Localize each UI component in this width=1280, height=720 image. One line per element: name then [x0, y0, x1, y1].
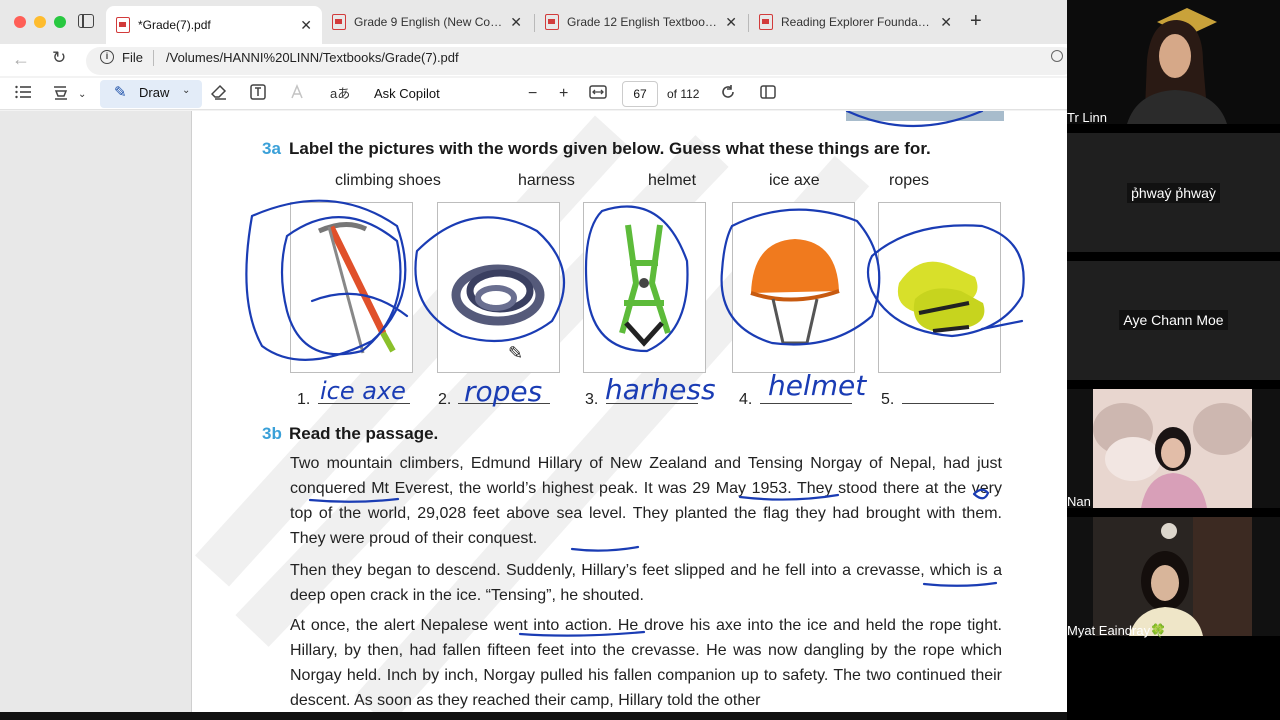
participant-video [1067, 0, 1280, 124]
pdf-icon [545, 14, 559, 30]
tab-title: Reading Explorer Foundation S… [781, 15, 933, 29]
word-harness: harness [518, 172, 575, 189]
answer-line [760, 403, 852, 404]
participant-name-text: p̉hwaý p̉hwaỳ [1127, 183, 1220, 203]
page-view-icon[interactable] [760, 84, 776, 104]
section-3b-title: Read the passage. [289, 424, 439, 443]
handwritten-answer-3: harhess [605, 373, 716, 406]
pdf-icon [332, 14, 346, 30]
pen-cursor-icon: ✎ [508, 343, 524, 363]
back-arrow-icon[interactable]: ← [12, 49, 30, 70]
picture-ice-axe [290, 202, 413, 373]
bottom-bar [0, 712, 1067, 720]
zoom-icon[interactable] [1051, 50, 1063, 62]
participant-video [1093, 517, 1252, 636]
participant-name: Tr Linn [1067, 110, 1107, 125]
word-ropes: ropes [889, 172, 930, 189]
read-aloud-icon[interactable]: aあ [330, 84, 350, 104]
highlight-icon[interactable] [52, 84, 70, 105]
answer-line [902, 403, 994, 404]
close-window-button[interactable] [14, 16, 26, 28]
participant-name-text: Aye Chann Moe [1119, 310, 1228, 330]
participant-video [1093, 389, 1252, 508]
minimize-window-button[interactable] [34, 16, 46, 28]
contents-icon[interactable] [15, 84, 31, 104]
tab-reading-explorer[interactable]: Reading Explorer Foundation S… ✕ [749, 6, 962, 38]
participant-tile-phway[interactable]: p̉hwaý p̉hwaỳ [1067, 133, 1280, 252]
new-tab-button[interactable]: + [970, 10, 982, 32]
tab-title: Grade 9 English (New Course)… [354, 15, 502, 29]
word-ice-axe: ice axe [769, 172, 820, 189]
top-picture [846, 111, 1004, 121]
picture-ropes [437, 202, 560, 373]
pdf-icon [759, 14, 773, 30]
answer-2-number: 2. [438, 391, 452, 408]
handwritten-answer-2: ropes [464, 375, 543, 408]
tab-grade12[interactable]: Grade 12 English Textbook.pdf ✕ [535, 6, 747, 38]
page-total: of 112 [667, 87, 700, 101]
participant-tile-tr-linn[interactable]: Tr Linn [1067, 0, 1280, 125]
picture-harness [583, 202, 706, 373]
participant-name: p̉hwaý p̉hwaỳ [1067, 183, 1280, 203]
handwritten-answer-4: helmet [768, 369, 867, 402]
close-tab-icon[interactable]: ✕ [725, 14, 737, 31]
tab-bar: *Grade(7).pdf ✕ Grade 9 English (New Cou… [0, 0, 1067, 44]
tab-actions-icon[interactable] [78, 14, 94, 28]
info-icon[interactable]: i [100, 50, 114, 64]
tab-grade7[interactable]: *Grade(7).pdf ✕ [106, 6, 322, 44]
close-tab-icon[interactable]: ✕ [510, 14, 522, 31]
participant-name: Aye Chann Moe [1067, 310, 1280, 330]
participant-name: Nan [1067, 494, 1091, 509]
text-style-icon[interactable] [290, 84, 306, 105]
page-number-input[interactable]: 67 [622, 81, 658, 107]
ask-copilot-button[interactable]: Ask Copilot [374, 86, 440, 101]
passage-paragraph-3: At once, the alert Nepalese went into ac… [290, 617, 1002, 709]
section-3b-number: 3b [262, 424, 282, 443]
section-3a-title: Label the pictures with the words given … [289, 139, 931, 158]
participant-tile-nan[interactable]: Nan [1067, 389, 1280, 509]
pdf-page[interactable]: 3a Label the pictures with the words giv… [192, 111, 1067, 720]
picture-climbing-shoes [878, 202, 1001, 373]
chevron-down-icon[interactable]: ⌄ [78, 85, 86, 105]
scheme-label: File [122, 50, 143, 65]
url-text[interactable]: /Volumes/HANNI%20LINN/Textbooks/Grade(7)… [166, 50, 459, 65]
tab-grade9[interactable]: Grade 9 English (New Course)… ✕ [322, 6, 532, 38]
eraser-icon[interactable] [210, 84, 227, 105]
participant-name: Myat Eaindray🍀 [1067, 623, 1167, 638]
word-climbing-shoes: climbing shoes [335, 172, 441, 189]
answer-5-number: 5. [881, 391, 895, 408]
zoom-in-button[interactable]: + [559, 84, 568, 104]
video-call-panel: Tr Linn p̉hwaý p̉hwaỳ Aye Chann Moe Nan [1067, 0, 1280, 720]
text-box-icon[interactable] [250, 84, 266, 105]
maximize-window-button[interactable] [54, 16, 66, 28]
close-tab-icon[interactable]: ✕ [940, 14, 952, 31]
participant-tile-myat-eaindray[interactable]: Myat Eaindray🍀 [1067, 517, 1280, 638]
participant-tile-aye-chann-moe[interactable]: Aye Chann Moe [1067, 261, 1280, 380]
close-tab-icon[interactable]: ✕ [300, 17, 312, 34]
url-separator [153, 50, 154, 66]
answer-1-number: 1. [297, 391, 311, 408]
zoom-out-button[interactable]: − [528, 84, 537, 104]
draw-label: Draw [139, 85, 170, 100]
tab-title: *Grade(7).pdf [138, 18, 211, 32]
pdf-toolbar: ⌄ ✎ Draw ⌄ aあ Ask Copilot − + 67 of 112 [0, 78, 1067, 110]
section-3a-number: 3a [262, 139, 281, 158]
tab-title: Grade 12 English Textbook.pdf [567, 15, 718, 29]
address-bar: ← ↻ [0, 44, 1067, 76]
pdf-icon [116, 17, 130, 33]
chevron-down-icon[interactable]: ⌄ [182, 85, 190, 96]
passage-paragraph-2: Then they began to descend. Suddenly, Hi… [290, 562, 1002, 604]
answer-4-number: 4. [739, 391, 753, 408]
answer-3-number: 3. [585, 391, 599, 408]
reload-icon[interactable]: ↻ [52, 48, 66, 68]
word-helmet: helmet [648, 172, 697, 189]
browser-window: *Grade(7).pdf ✕ Grade 9 English (New Cou… [0, 0, 1067, 720]
rotate-icon[interactable] [720, 84, 736, 105]
pen-icon: ✎ [114, 84, 127, 101]
fit-width-icon[interactable] [589, 84, 607, 104]
passage-paragraph-1: Two mountain climbers, Edmund Hillary of… [290, 455, 1002, 547]
handwritten-answer-1: ice axe [320, 377, 406, 405]
picture-helmet [732, 202, 855, 373]
